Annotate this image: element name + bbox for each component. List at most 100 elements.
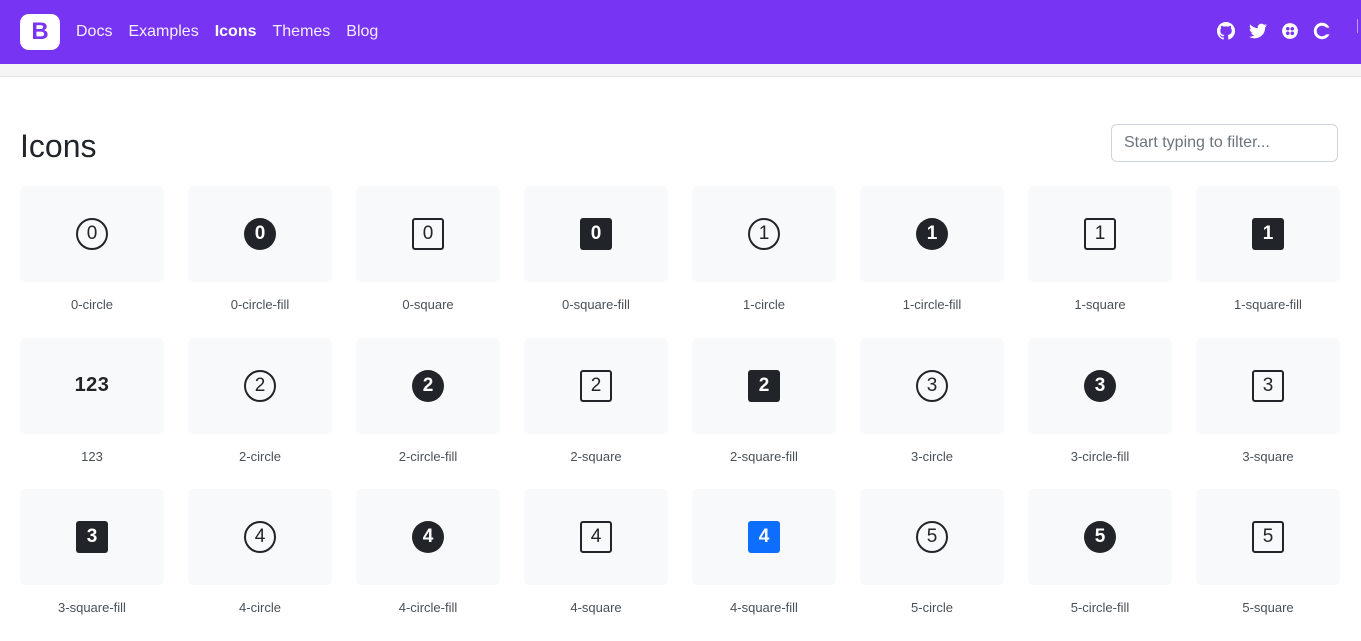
icon-label: 0-square	[402, 297, 454, 312]
icon-tile[interactable]: 1	[1028, 186, 1172, 282]
bootstrap-logo[interactable]: B	[20, 14, 60, 50]
nav-divider	[1357, 19, 1358, 33]
icon-tile[interactable]: 0	[188, 186, 332, 282]
123-icon: 123	[74, 374, 110, 396]
icon-tile[interactable]: 4	[524, 489, 668, 585]
icon-card-2-circle-fill[interactable]: 2 2-circle-fill	[356, 337, 500, 490]
icon-card-3-square-fill[interactable]: 3 3-square-fill	[20, 489, 164, 641]
icon-tile[interactable]: 2	[356, 337, 500, 434]
nav-link-icons[interactable]: Icons	[215, 23, 257, 41]
icon-tile[interactable]: 123	[20, 337, 164, 434]
icon-grid: 0 0-circle 0 0-circle-fill 0 0-square 0 0-squar…	[20, 186, 1340, 641]
icon-label: 5-square	[1242, 600, 1294, 615]
1-circle-fill-icon: 1	[916, 218, 948, 250]
1-circle-icon: 1	[748, 218, 780, 250]
2-circle-fill-icon: 2	[412, 369, 444, 402]
opencollective-icon[interactable]	[1281, 22, 1299, 40]
icon-card-5-square[interactable]: 5 5-square	[1196, 489, 1340, 641]
icon-card-3-square[interactable]: 3 3-square	[1196, 337, 1340, 490]
icon-tile[interactable]: 1	[860, 186, 1004, 282]
5-square-icon: 5	[1252, 521, 1284, 553]
twitter-icon[interactable]	[1249, 22, 1267, 40]
1-square-fill-icon: 1	[1252, 218, 1284, 250]
icon-card-3-circle-fill[interactable]: 3 3-circle-fill	[1028, 337, 1172, 490]
icon-card-4-square-fill[interactable]: 4 4-square-fill	[692, 489, 836, 641]
icon-tile[interactable]: 4	[356, 489, 500, 585]
2-circle-icon: 2	[244, 369, 276, 402]
icon-card-5-circle-fill[interactable]: 5 5-circle-fill	[1028, 489, 1172, 641]
icon-label: 4-circle	[239, 600, 281, 615]
icon-tile[interactable]: 5	[860, 489, 1004, 585]
icon-card-1-square[interactable]: 1 1-square	[1028, 186, 1172, 338]
icon-card-1-square-fill[interactable]: 1 1-square-fill	[1196, 186, 1340, 338]
icon-tile[interactable]: 0	[524, 186, 668, 282]
5-circle-fill-icon: 5	[1084, 521, 1116, 553]
icon-card-123[interactable]: 123 123	[20, 337, 164, 490]
icon-card-1-circle-fill[interactable]: 1 1-circle-fill	[860, 186, 1004, 338]
menu-icon[interactable]	[1313, 22, 1331, 40]
4-circle-icon: 4	[244, 521, 276, 553]
icon-card-3-circle[interactable]: 3 3-circle	[860, 337, 1004, 490]
nav-link-docs[interactable]: Docs	[76, 23, 112, 41]
icon-label: 0-circle-fill	[230, 297, 290, 312]
top-navbar: B Docs Examples Icons Themes Blog	[0, 0, 1361, 64]
0-circle-fill-icon: 0	[244, 218, 276, 250]
icon-tile[interactable]: 3	[860, 337, 1004, 434]
icon-label: 4-circle-fill	[398, 600, 458, 615]
icon-tile[interactable]: 2	[188, 337, 332, 434]
icon-tile[interactable]: 0	[356, 186, 500, 282]
icon-card-4-circle-fill[interactable]: 4 4-circle-fill	[356, 489, 500, 641]
icon-card-2-circle[interactable]: 2 2-circle	[188, 337, 332, 490]
filter-input[interactable]	[1111, 124, 1338, 162]
icon-label: 1-circle	[743, 297, 785, 312]
icon-tile[interactable]: 4	[692, 489, 836, 585]
icon-tile[interactable]: 0	[20, 186, 164, 282]
icon-label: 4-square	[570, 600, 622, 615]
github-icon[interactable]	[1217, 22, 1235, 40]
icon-tile[interactable]: 5	[1196, 489, 1340, 585]
icon-tile[interactable]: 1	[692, 186, 836, 282]
2-square-fill-icon: 2	[748, 369, 780, 402]
icon-label: 3-square-fill	[58, 600, 126, 615]
icon-card-0-square[interactable]: 0 0-square	[356, 186, 500, 338]
icon-card-2-square[interactable]: 2 2-square	[524, 337, 668, 490]
0-square-icon: 0	[412, 218, 444, 250]
4-circle-fill-icon: 4	[412, 521, 444, 553]
page-title: Icons	[20, 128, 97, 164]
icon-label: 2-circle-fill	[398, 448, 458, 464]
icon-card-0-square-fill[interactable]: 0 0-square-fill	[524, 186, 668, 338]
icon-card-1-circle[interactable]: 1 1-circle	[692, 186, 836, 338]
nav-links: Docs Examples Icons Themes Blog	[76, 0, 394, 64]
icon-card-2-square-fill[interactable]: 2 2-square-fill	[692, 337, 836, 490]
icon-card-0-circle[interactable]: 0 0-circle	[20, 186, 164, 338]
icon-tile[interactable]: 1	[1196, 186, 1340, 282]
icon-card-5-circle[interactable]: 5 5-circle	[860, 489, 1004, 641]
icon-card-4-square[interactable]: 4 4-square	[524, 489, 668, 641]
icon-label: 5-circle-fill	[1070, 600, 1130, 615]
0-square-fill-icon: 0	[580, 218, 612, 250]
2-square-icon: 2	[580, 369, 612, 402]
icon-tile[interactable]: 3	[1196, 337, 1340, 434]
icon-tile[interactable]: 2	[692, 337, 836, 434]
icon-label: 4-square-fill	[730, 600, 798, 615]
nav-link-blog[interactable]: Blog	[346, 23, 378, 41]
nav-link-examples[interactable]: Examples	[128, 23, 198, 41]
4-square-fill-icon: 4	[748, 521, 780, 553]
icon-card-4-circle[interactable]: 4 4-circle	[188, 489, 332, 641]
0-circle-icon: 0	[76, 218, 108, 250]
icon-label: 3-square	[1242, 448, 1294, 464]
icon-tile[interactable]: 4	[188, 489, 332, 585]
icon-tile[interactable]: 3	[1028, 337, 1172, 434]
icon-card-0-circle-fill[interactable]: 0 0-circle-fill	[188, 186, 332, 338]
icon-tile[interactable]: 5	[1028, 489, 1172, 585]
icon-label: 1-square	[1074, 297, 1126, 312]
icon-tile[interactable]: 3	[20, 489, 164, 585]
icon-label: 123	[81, 448, 103, 464]
nav-icons	[1217, 22, 1331, 40]
icon-label: 3-circle-fill	[1070, 448, 1130, 464]
icon-label: 1-square-fill	[1234, 297, 1302, 312]
nav-link-themes[interactable]: Themes	[273, 23, 331, 41]
icon-tile[interactable]: 2	[524, 337, 668, 434]
5-circle-icon: 5	[916, 521, 948, 553]
3-square-icon: 3	[1252, 369, 1284, 402]
